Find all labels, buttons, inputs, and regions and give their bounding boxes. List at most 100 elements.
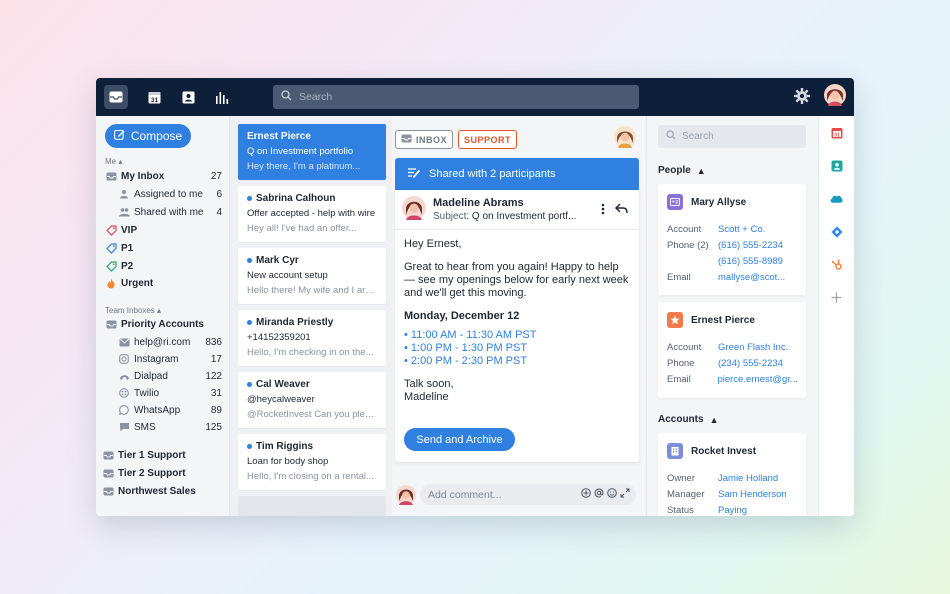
analytics-icon	[215, 91, 229, 104]
assigned-label: Assigned to me	[134, 188, 203, 200]
caret-up-icon: ▲	[696, 165, 706, 176]
star-icon	[667, 312, 683, 328]
message-card[interactable]: Ernest Pierce Q on Investment portfolio …	[238, 124, 386, 180]
person-card[interactable]: Ernest Pierce Account Green Flash Inc. Ph…	[658, 302, 806, 398]
message-card[interactable]: Sabrina Calhoun Offer accepted - help wi…	[238, 186, 386, 242]
support-tag[interactable]: SUPPORT	[458, 130, 518, 149]
field-value-link[interactable]: (234) 555-2234	[718, 358, 783, 369]
tag-icon	[105, 224, 117, 236]
sidebar-channel-email[interactable]: help@ri.com 836	[118, 334, 222, 350]
gear-icon[interactable]	[793, 87, 811, 108]
channel-count: 17	[210, 353, 222, 365]
global-search-input[interactable]: Search	[273, 85, 639, 109]
contacts-app-icon[interactable]	[830, 159, 843, 172]
field-value-link[interactable]: (616) 555-8989	[718, 256, 783, 267]
channel-count: 89	[210, 404, 222, 416]
unread-dot	[247, 320, 252, 325]
sidebar-item-assigned[interactable]: Assigned to me 6	[118, 186, 222, 202]
sidebar-item-tag-urgent[interactable]: Urgent	[105, 275, 222, 291]
support-tag-label: SUPPORT	[464, 134, 512, 145]
sidebar-item-shared[interactable]: Shared with me 4	[118, 204, 222, 220]
comment-input[interactable]: Add comment...	[420, 484, 636, 505]
user-avatar[interactable]	[824, 84, 846, 109]
hubspot-icon[interactable]	[830, 258, 843, 271]
time-slot[interactable]: • 2:00 PM - 2:30 PM PST	[404, 355, 630, 368]
field-value-link[interactable]: Sam Henderson	[718, 489, 787, 500]
message-card[interactable]: Miranda Priestly +14152359201 Hello, I'm…	[238, 310, 386, 366]
sidebar-channel-sms[interactable]: SMS 125	[118, 419, 222, 435]
sidebar-item-tag-p1[interactable]: P1	[105, 240, 222, 256]
caret-up-icon: ▴	[118, 157, 123, 166]
sidebar-channel-twilio[interactable]: Twilio 31	[118, 385, 222, 401]
message-card[interactable]: Mark Cyr New account setup Hello there! …	[238, 248, 386, 304]
mention-icon[interactable]	[594, 488, 604, 501]
channel-count: 31	[210, 387, 222, 399]
inbox-tag[interactable]: INBOX	[395, 130, 454, 149]
sidebar-channel-whatsapp[interactable]: WhatsApp 89	[118, 402, 222, 418]
channel-count: 836	[205, 336, 222, 348]
field-value-link[interactable]: Scott + Co.	[718, 224, 765, 235]
sidebar-item-my-inbox[interactable]: My Inbox 27	[105, 168, 222, 184]
field-value-link[interactable]: Jamie Holland	[718, 473, 778, 484]
assignee-avatar[interactable]	[614, 126, 636, 151]
inbox-icon	[105, 320, 117, 329]
field-value: Paying	[718, 505, 748, 516]
channel-label: WhatsApp	[134, 404, 181, 416]
person-card[interactable]: Mary Allyse Account Scott + Co. Phone (2)…	[658, 184, 806, 295]
conversation-pane: INBOX SUPPORT Shared with 2 participants…	[392, 116, 646, 516]
me-section-header[interactable]: Me ▴	[105, 157, 122, 166]
compose-icon	[113, 129, 125, 143]
time-slot-text: 1:00 PM - 1:30 PM PST	[410, 342, 528, 354]
message-sender: Ernest Pierce	[247, 131, 311, 142]
field-value-link[interactable]: pierce.ernest@gr...	[717, 374, 797, 385]
contact-search-input[interactable]: Search	[658, 125, 806, 148]
inbox-nav-button[interactable]	[104, 85, 128, 109]
calendar-nav-button[interactable]: 31	[142, 85, 166, 109]
shared-notes-icon	[407, 167, 421, 182]
inbox-icon	[102, 451, 114, 460]
more-options-icon[interactable]	[601, 203, 605, 218]
sidebar-channel-instagram[interactable]: Instagram 17	[118, 351, 222, 367]
channel-label: Instagram	[134, 353, 179, 365]
sidebar-item-tag-vip[interactable]: VIP	[105, 222, 222, 238]
field-value-link[interactable]: Green Flash Inc.	[718, 342, 788, 353]
analytics-nav-button[interactable]	[210, 85, 234, 109]
message-card-partial[interactable]	[238, 496, 386, 516]
sidebar-item-tier1[interactable]: Tier 1 Support	[102, 447, 219, 463]
account-card[interactable]: Rocket Invest Owner Jamie Holland Manager…	[658, 433, 806, 516]
sidebar-channel-dialpad[interactable]: Dialpad 122	[118, 368, 222, 384]
reply-icon[interactable]	[615, 203, 628, 217]
calendar-app-icon[interactable]: 31	[830, 126, 843, 139]
unread-dot	[247, 444, 252, 449]
email-signature: Madeline	[404, 391, 449, 403]
message-card[interactable]: Cal Weaver @heycalweaver @RocketInvest C…	[238, 372, 386, 428]
field-value-link[interactable]: mallyse@scot...	[718, 272, 785, 283]
time-slot[interactable]: • 1:00 PM - 1:30 PM PST	[404, 342, 630, 355]
sidebar-item-priority-accounts[interactable]: Priority Accounts	[105, 316, 222, 332]
people-section-header[interactable]: People ▲	[658, 165, 706, 176]
accounts-section-header[interactable]: Accounts ▲	[658, 414, 718, 425]
emoji-icon[interactable]	[607, 488, 617, 501]
channel-label: SMS	[134, 421, 156, 433]
dialpad-icon	[118, 372, 130, 381]
add-app-icon[interactable]	[830, 291, 843, 304]
email-paragraph: Great to hear from you again! Happy to h…	[404, 261, 629, 299]
contacts-nav-button[interactable]	[176, 85, 200, 109]
time-slot[interactable]: • 11:00 AM - 11:30 AM PST	[404, 329, 630, 342]
sidebar-item-northwest-sales[interactable]: Northwest Sales	[102, 483, 219, 499]
team-inboxes-header[interactable]: Team Inboxes ▴	[105, 306, 161, 315]
compose-button[interactable]: Compose	[105, 124, 191, 148]
account-name: Rocket Invest	[691, 445, 757, 457]
expand-icon[interactable]	[620, 488, 630, 501]
salesforce-icon[interactable]	[830, 192, 843, 205]
jira-icon[interactable]	[830, 225, 843, 238]
sidebar-item-tag-p2[interactable]: P2	[105, 258, 222, 274]
add-icon[interactable]	[581, 488, 591, 501]
message-preview: @RocketInvest Can you pleas...	[247, 409, 377, 420]
sidebar-item-tier2[interactable]: Tier 2 Support	[102, 465, 219, 481]
message-card[interactable]: Tim Riggins Loan for body shop Hello, I'…	[238, 434, 386, 490]
shared-count: 4	[216, 206, 222, 218]
field-value-link[interactable]: (616) 555-2234	[718, 240, 783, 251]
sender-name: Madeline Abrams	[433, 197, 524, 209]
send-and-archive-button[interactable]: Send and Archive	[404, 428, 515, 451]
